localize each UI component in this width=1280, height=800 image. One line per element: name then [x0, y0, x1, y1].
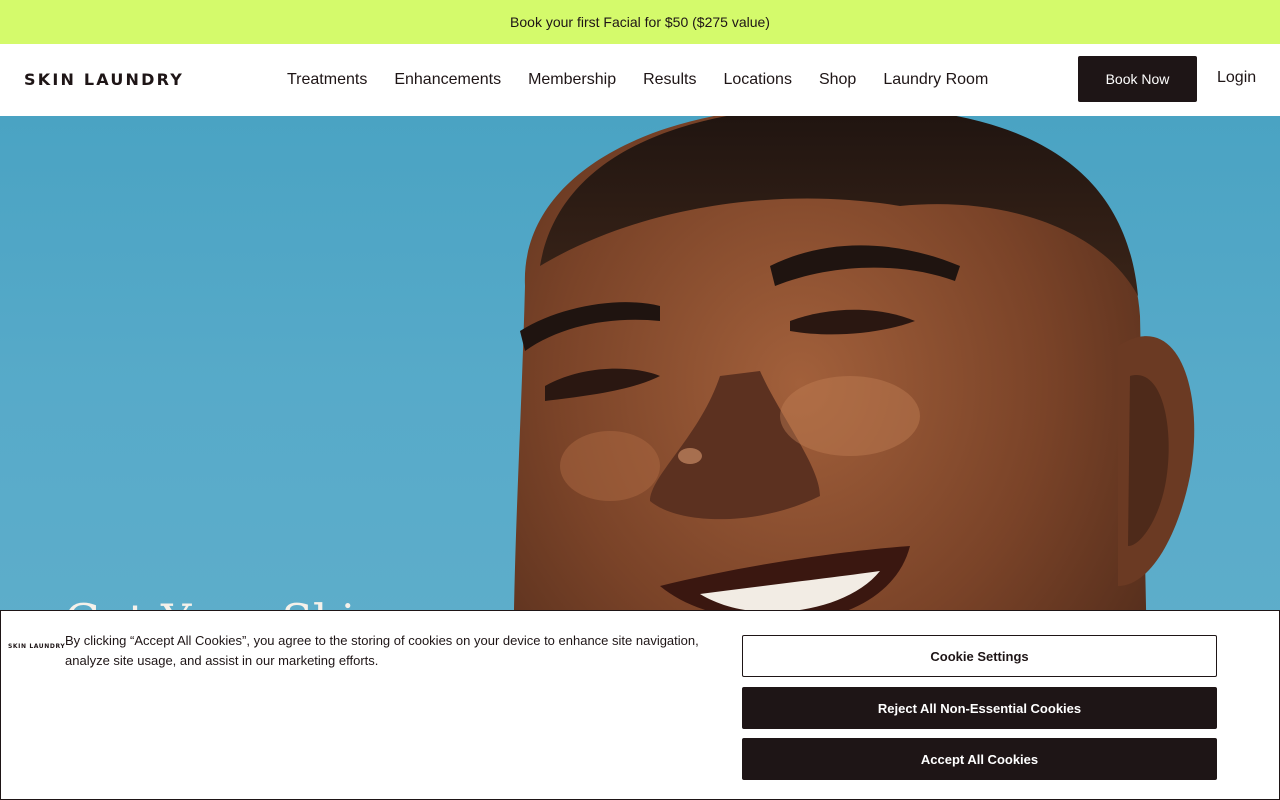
nav-treatments[interactable]: Treatments	[287, 71, 367, 89]
site-header: SKIN LAUNDRY Treatments Enhancements Mem…	[0, 44, 1280, 116]
nav-laundry-room[interactable]: Laundry Room	[883, 71, 988, 89]
nav-results[interactable]: Results	[643, 71, 696, 89]
nav-shop[interactable]: Shop	[819, 71, 856, 89]
book-now-button[interactable]: Book Now	[1078, 56, 1197, 102]
promo-banner[interactable]: Book your first Facial for $50 ($275 val…	[0, 0, 1280, 44]
main-nav: Treatments Enhancements Membership Resul…	[287, 44, 988, 116]
nav-enhancements[interactable]: Enhancements	[394, 71, 501, 89]
logo[interactable]: SKIN LAUNDRY	[24, 70, 184, 89]
nav-membership[interactable]: Membership	[528, 71, 616, 89]
login-link[interactable]: Login	[1217, 69, 1256, 87]
accept-cookies-button[interactable]: Accept All Cookies	[742, 738, 1217, 780]
cookie-settings-button[interactable]: Cookie Settings	[742, 635, 1217, 677]
reject-cookies-button[interactable]: Reject All Non-Essential Cookies	[742, 687, 1217, 729]
cookie-banner-logo: SKIN LAUNDRY	[8, 643, 66, 650]
promo-text[interactable]: Book your first Facial for $50 ($275 val…	[510, 14, 770, 30]
cookie-policy-text: By clicking “Accept All Cookies”, you ag…	[65, 633, 699, 668]
nav-locations[interactable]: Locations	[723, 71, 792, 89]
cookie-consent-banner: SKIN LAUNDRY By clicking “Accept All Coo…	[0, 610, 1280, 800]
